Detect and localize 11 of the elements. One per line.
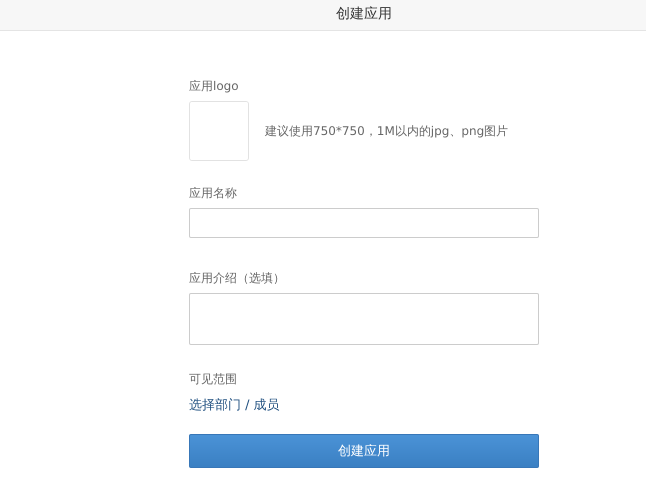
- create-button[interactable]: 创建应用: [189, 434, 539, 468]
- field-label: 应用名称: [189, 185, 238, 201]
- text-area[interactable]: [189, 293, 539, 345]
- upload-hint: 建议使用750*750，1M以内的jpg、png图片: [265, 122, 508, 140]
- select-link[interactable]: 选择部门 / 成员: [189, 396, 280, 414]
- field-label: 应用介绍（选填）: [189, 270, 286, 286]
- field-label: 可见范围: [189, 371, 238, 387]
- field-label: 应用logo: [189, 78, 240, 94]
- image-upload-box[interactable]: [189, 101, 249, 161]
- input-field[interactable]: [189, 208, 539, 238]
- page-title: 创建应用: [336, 6, 392, 22]
